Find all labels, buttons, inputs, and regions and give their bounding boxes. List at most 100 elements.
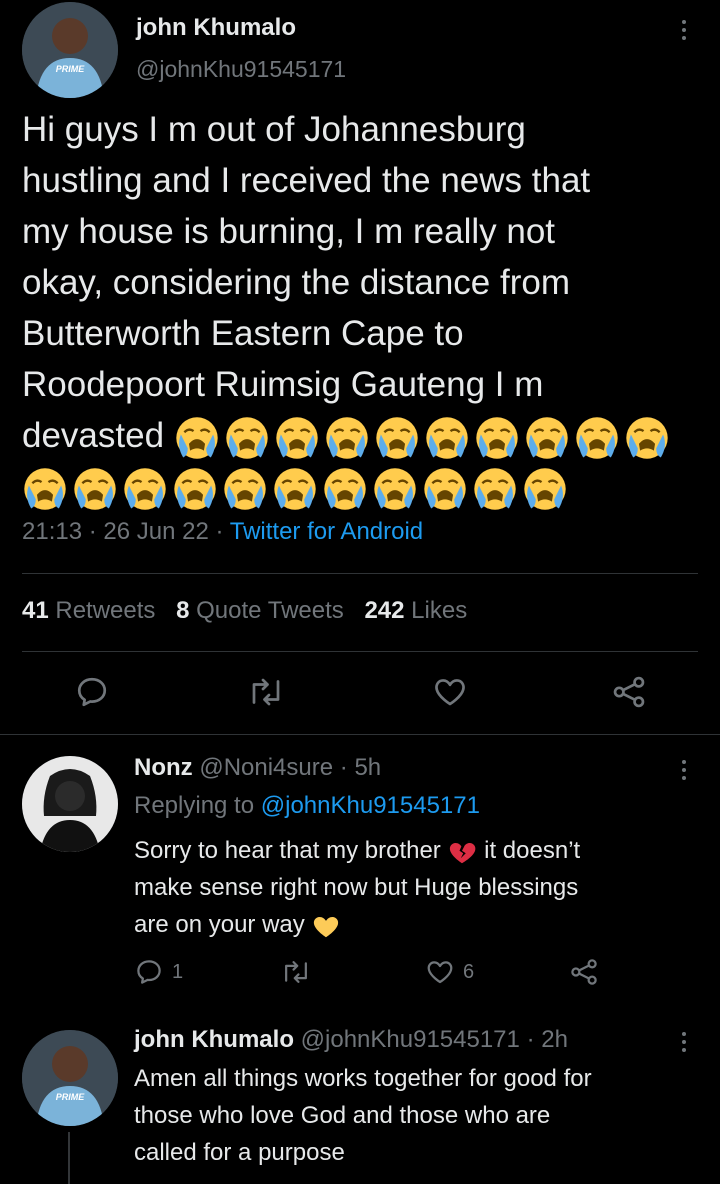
loudly-crying-face-icon bbox=[272, 466, 318, 512]
reply-age[interactable]: 5h bbox=[354, 754, 381, 781]
reply-text: Amen all things works together for good … bbox=[134, 1060, 704, 1171]
tweet-date[interactable]: 26 Jun 22 bbox=[103, 518, 208, 545]
reply-author-name[interactable]: john Khumalo bbox=[134, 1026, 294, 1053]
author-avatar[interactable]: PRIME bbox=[22, 2, 118, 98]
reply-author-avatar[interactable] bbox=[22, 756, 118, 852]
loudly-crying-face-icon bbox=[474, 415, 520, 461]
retweet-button[interactable] bbox=[246, 674, 286, 710]
reply-text-line: called for a purpose bbox=[134, 1139, 345, 1166]
loudly-crying-face-icon bbox=[72, 466, 118, 512]
tweet-time[interactable]: 21:13 bbox=[22, 518, 82, 545]
section-divider bbox=[0, 734, 720, 735]
meta-separator: · bbox=[88, 518, 97, 545]
reply-text-segment: are on your way bbox=[134, 911, 305, 938]
retweets-stat[interactable]: 41 Retweets bbox=[22, 597, 162, 624]
retweet-button[interactable] bbox=[280, 957, 312, 987]
tweet-meta: 21:13 · 26 Jun 22 · Twitter for Android bbox=[22, 518, 423, 546]
like-button[interactable]: 6 bbox=[425, 957, 474, 987]
loudly-crying-face-icon bbox=[574, 415, 620, 461]
share-icon bbox=[571, 959, 597, 985]
divider bbox=[22, 651, 698, 652]
replying-to: Replying to @johnKhu91545171 bbox=[134, 792, 480, 820]
reply-text-line: Amen all things works together for good … bbox=[134, 1065, 592, 1092]
loudly-crying-face-icon bbox=[174, 415, 220, 461]
emoji-row bbox=[174, 416, 674, 455]
tweet-text-line: Roodepoort Ruimsig Gauteng I m bbox=[22, 365, 544, 404]
retweet-icon bbox=[285, 961, 307, 983]
reply-author-handle[interactable]: @johnKhu91545171 bbox=[301, 1026, 520, 1053]
divider bbox=[22, 573, 698, 574]
loudly-crying-face-icon bbox=[472, 466, 518, 512]
replying-to-label: Replying to bbox=[134, 792, 255, 819]
reply-text-segment: Sorry to hear that my brother bbox=[134, 837, 441, 864]
reply-author-avatar[interactable]: PRIME bbox=[22, 1030, 118, 1126]
meta-separator: · bbox=[526, 1026, 535, 1053]
loudly-crying-face-icon bbox=[122, 466, 168, 512]
more-options-icon[interactable] bbox=[680, 1032, 688, 1052]
reply-button[interactable] bbox=[74, 674, 110, 710]
likes-label: Likes bbox=[411, 597, 468, 624]
yellow-heart-icon bbox=[314, 916, 339, 937]
loudly-crying-face-icon bbox=[522, 466, 568, 512]
reply-text: Sorry to hear that my brother it doesn’t… bbox=[134, 832, 704, 943]
loudly-crying-face-icon bbox=[172, 466, 218, 512]
reply-button[interactable]: 1 bbox=[134, 957, 183, 987]
loudly-crying-face-icon bbox=[374, 415, 420, 461]
retweets-count: 41 bbox=[22, 597, 49, 624]
reply-author-handle[interactable]: @Noni4sure bbox=[199, 754, 333, 781]
loudly-crying-face-icon bbox=[324, 415, 370, 461]
reply-text-segment: it doesn’t bbox=[484, 837, 581, 864]
thread-line bbox=[68, 1132, 70, 1184]
tweet-text-line: Butterworth Eastern Cape to bbox=[22, 314, 464, 353]
avatar-badge-text: PRIME bbox=[56, 1092, 86, 1102]
loudly-crying-face-icon bbox=[224, 415, 270, 461]
emoji-row bbox=[22, 461, 712, 512]
quotes-count: 8 bbox=[176, 597, 190, 624]
reply-count: 1 bbox=[172, 960, 184, 983]
reply-author-name[interactable]: Nonz bbox=[134, 754, 193, 781]
tweet-stats: 41 Retweets 8 Quote Tweets 242 Likes bbox=[22, 597, 467, 625]
reply-icon bbox=[137, 960, 161, 984]
loudly-crying-face-icon bbox=[524, 415, 570, 461]
tweet-text: Hi guys I m out of Johannesburg hustling… bbox=[22, 104, 712, 512]
loudly-crying-face-icon bbox=[322, 466, 368, 512]
more-options-icon[interactable] bbox=[680, 20, 688, 40]
likes-stat[interactable]: 242 Likes bbox=[364, 597, 467, 624]
reply-text-line: Sorry to hear that my brother it doesn’t bbox=[134, 832, 704, 869]
heart-icon bbox=[427, 961, 453, 984]
loudly-crying-face-icon bbox=[274, 415, 320, 461]
retweets-label: Retweets bbox=[55, 597, 156, 624]
loudly-crying-face-icon bbox=[22, 466, 68, 512]
loudly-crying-face-icon bbox=[372, 466, 418, 512]
like-count: 6 bbox=[463, 960, 475, 983]
like-button[interactable] bbox=[431, 674, 469, 710]
more-options-icon[interactable] bbox=[680, 760, 688, 780]
retweet-icon bbox=[252, 678, 280, 706]
author-handle[interactable]: @johnKhu91545171 bbox=[136, 56, 346, 83]
loudly-crying-face-icon bbox=[422, 466, 468, 512]
share-icon bbox=[613, 676, 645, 708]
replying-to-handle-link[interactable]: @johnKhu91545171 bbox=[261, 792, 480, 819]
quotes-stat[interactable]: 8 Quote Tweets bbox=[176, 597, 350, 624]
tweet-text-word: devasted bbox=[22, 416, 165, 455]
quotes-label: Quote Tweets bbox=[196, 597, 344, 624]
share-button[interactable] bbox=[610, 674, 648, 710]
share-button[interactable] bbox=[568, 957, 600, 987]
broken-heart-icon bbox=[450, 842, 476, 863]
heart-icon bbox=[435, 679, 465, 706]
tweet-text-line: Hi guys I m out of Johannesburg bbox=[22, 110, 526, 149]
author-name[interactable]: john Khumalo bbox=[136, 14, 296, 42]
tweet-text-line: my house is burning, I m really not bbox=[22, 212, 556, 251]
reply-header: Nonz @Noni4sure · 5h bbox=[134, 754, 381, 782]
loudly-crying-face-icon bbox=[424, 415, 470, 461]
tweet-source-link[interactable]: Twitter for Android bbox=[230, 518, 423, 545]
reply-text-line: are on your way bbox=[134, 906, 704, 943]
reply-text-line: make sense right now but Huge blessings bbox=[134, 874, 579, 901]
reply-icon bbox=[77, 677, 107, 707]
loudly-crying-face-icon bbox=[222, 466, 268, 512]
reply-age[interactable]: 2h bbox=[541, 1026, 568, 1053]
meta-separator: · bbox=[215, 518, 224, 545]
reply-header: john Khumalo @johnKhu91545171 · 2h bbox=[134, 1026, 568, 1054]
likes-count: 242 bbox=[364, 597, 405, 624]
tweet-text-line: hustling and I received the news that bbox=[22, 161, 591, 200]
